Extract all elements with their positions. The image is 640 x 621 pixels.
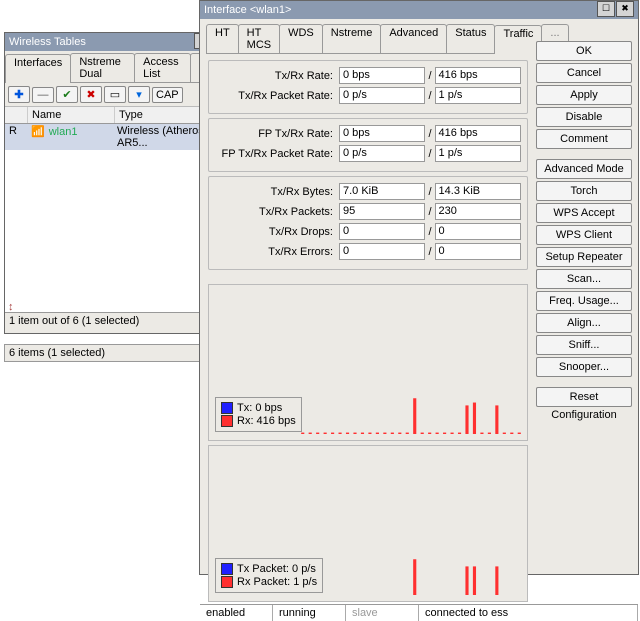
tab-wds[interactable]: WDS	[279, 24, 323, 53]
if-title: Interface <wlan1>	[204, 1, 291, 19]
enable-button[interactable]: ✔	[56, 86, 78, 103]
lbl-fp-rate: FP Tx/Rx Rate:	[217, 128, 339, 140]
add-button[interactable]: ✚	[8, 86, 30, 103]
lbl-txrx-rate: Tx/Rx Rate:	[217, 70, 339, 82]
tab-adv[interactable]: Advanced	[380, 24, 447, 53]
tx-pkts: 95	[339, 203, 425, 220]
remove-button[interactable]: —	[32, 87, 54, 103]
lbl-txrx-pkt: Tx/Rx Packet Rate:	[217, 90, 339, 102]
pkt-chart: Tx Packet: 0 p/s Rx Packet: 1 p/s	[208, 445, 528, 602]
max-icon[interactable]: ☐	[597, 1, 615, 17]
cap-button[interactable]: CAP	[152, 87, 183, 103]
reset-config-button[interactable]: Reset Configuration	[536, 387, 632, 407]
adv-mode-button[interactable]: Advanced Mode	[536, 159, 632, 179]
if-title-bar[interactable]: Interface <wlan1> ☐ ✖	[200, 1, 638, 19]
st-running: running	[273, 605, 346, 621]
tx-errs: 0	[339, 243, 425, 260]
rate-chart: Tx: 0 bps Rx: 416 bps	[208, 284, 528, 441]
row-flag: R	[5, 125, 27, 149]
wps-client-button[interactable]: WPS Client	[536, 225, 632, 245]
cancel-button[interactable]: Cancel	[536, 63, 632, 83]
filter-icon[interactable]: ▾	[128, 86, 150, 103]
snooper-button[interactable]: Snooper...	[536, 357, 632, 377]
fp-tx-pkt: 0 p/s	[339, 145, 425, 162]
fp-tx: 0 bps	[339, 125, 425, 142]
pin-icon[interactable]: ↕	[8, 301, 14, 313]
comment-icon[interactable]: ▭	[104, 86, 126, 103]
rx-pkts: 230	[435, 203, 521, 220]
apply-button[interactable]: Apply	[536, 85, 632, 105]
wt-title: Wireless Tables	[9, 33, 86, 51]
lbl-fp-pkt: FP Tx/Rx Packet Rate:	[217, 148, 339, 160]
tab-nstreme-dual[interactable]: Nstreme Dual	[70, 53, 135, 82]
comment-button[interactable]: Comment	[536, 129, 632, 149]
if-status-bar: enabled running slave connected to ess	[200, 604, 638, 621]
freq-usage-button[interactable]: Freq. Usage...	[536, 291, 632, 311]
rx-drops: 0	[435, 223, 521, 240]
rx-rate: 416 bps	[435, 67, 521, 84]
tx-drops: 0	[339, 223, 425, 240]
col-name[interactable]: Name	[28, 107, 115, 123]
rx-bytes: 14.3 KiB	[435, 183, 521, 200]
lbl-errs: Tx/Rx Errors:	[217, 246, 339, 258]
fp-rx-pkt: 1 p/s	[435, 145, 521, 162]
st-enabled: enabled	[200, 605, 273, 621]
st-conn: connected to ess	[419, 605, 638, 621]
fp-rx: 416 bps	[435, 125, 521, 142]
tab-status[interactable]: Status	[446, 24, 495, 53]
tx-bytes: 7.0 KiB	[339, 183, 425, 200]
tx-pktrate: 0 p/s	[339, 87, 425, 104]
tab-access-list[interactable]: Access List	[134, 53, 191, 82]
tab-ht[interactable]: HT	[206, 24, 239, 53]
rx-pktrate: 1 p/s	[435, 87, 521, 104]
tab-htmcs[interactable]: HT MCS	[238, 24, 280, 53]
scan-button[interactable]: Scan...	[536, 269, 632, 289]
close-icon[interactable]: ✖	[616, 1, 634, 17]
wps-accept-button[interactable]: WPS Accept	[536, 203, 632, 223]
col-flag[interactable]	[5, 107, 28, 123]
disable-button[interactable]: Disable	[536, 107, 632, 127]
legend-pkt: Tx Packet: 0 p/s Rx Packet: 1 p/s	[215, 558, 323, 593]
legend-rate: Tx: 0 bps Rx: 416 bps	[215, 397, 302, 432]
align-button[interactable]: Align...	[536, 313, 632, 333]
disable-button[interactable]: ✖	[80, 86, 102, 103]
ok-button[interactable]: OK	[536, 41, 632, 61]
lbl-drops: Tx/Rx Drops:	[217, 226, 339, 238]
torch-button[interactable]: Torch	[536, 181, 632, 201]
lbl-bytes: Tx/Rx Bytes:	[217, 186, 339, 198]
lbl-pkts: Tx/Rx Packets:	[217, 206, 339, 218]
tab-nstreme[interactable]: Nstreme	[322, 24, 382, 53]
tx-rate: 0 bps	[339, 67, 425, 84]
sniff-button[interactable]: Sniff...	[536, 335, 632, 355]
row-name: 📶wlan1	[27, 125, 113, 149]
if-tabs: HT HT MCS WDS Nstreme Advanced Status Tr…	[206, 22, 528, 54]
st-slave: slave	[346, 605, 419, 621]
tab-interfaces[interactable]: Interfaces	[5, 54, 71, 83]
rx-errs: 0	[435, 243, 521, 260]
setup-repeater-button[interactable]: Setup Repeater	[536, 247, 632, 267]
